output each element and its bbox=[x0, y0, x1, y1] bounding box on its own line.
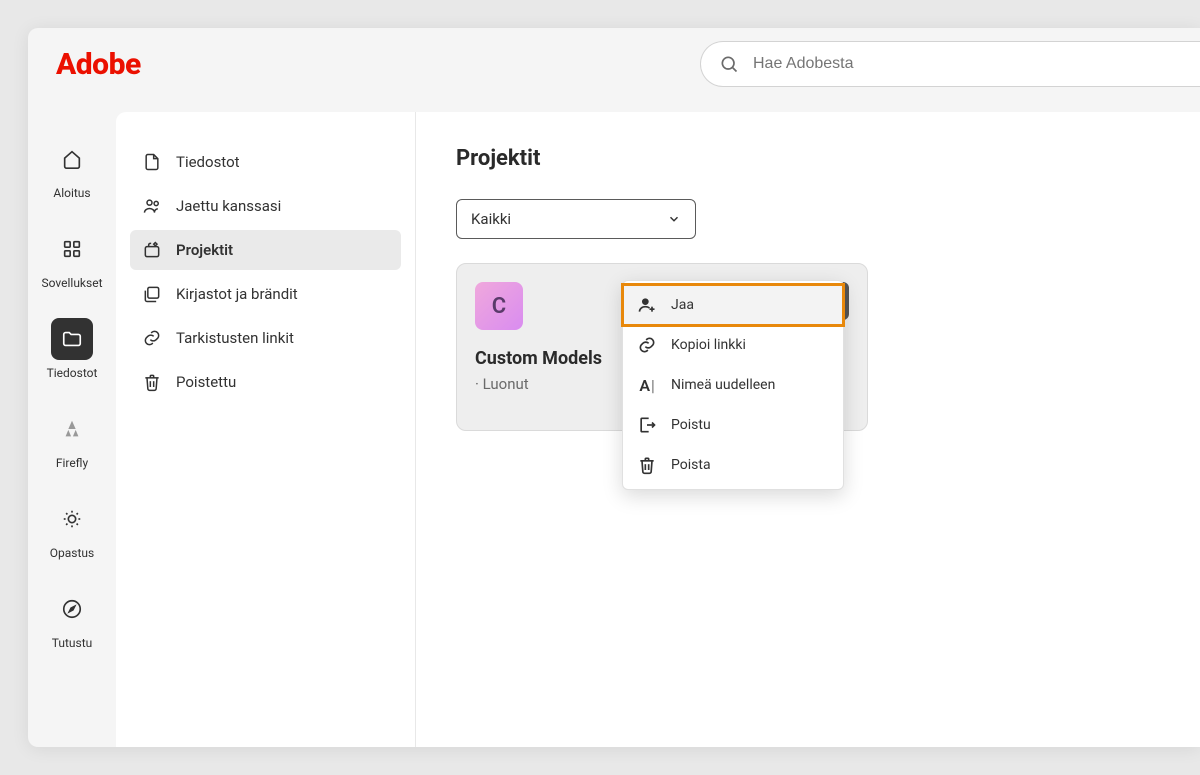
sub-nav: Tiedostot Jaettu kanssasi Projektit Kirj… bbox=[116, 112, 416, 747]
menu-label: Poista bbox=[671, 457, 711, 473]
subnav-item-files[interactable]: Tiedostot bbox=[130, 142, 401, 182]
menu-label: Kopioi linkki bbox=[671, 337, 746, 353]
search-field[interactable] bbox=[700, 41, 1200, 87]
link-icon bbox=[637, 335, 657, 355]
subnav-label: Tiedostot bbox=[176, 153, 240, 171]
rail-item-learn[interactable]: Opastus bbox=[50, 498, 94, 560]
menu-label: Poistu bbox=[671, 417, 711, 433]
left-rail: Aloitus Sovellukset Tiedostot Firefly Op… bbox=[28, 128, 116, 747]
menu-label: Nimeä uudelleen bbox=[671, 377, 775, 393]
folder-icon bbox=[51, 318, 93, 360]
trash-icon bbox=[142, 372, 162, 392]
library-icon bbox=[142, 284, 162, 304]
adobe-logo: Adobe bbox=[56, 47, 141, 82]
rail-item-label: Opastus bbox=[50, 546, 94, 560]
firefly-icon bbox=[51, 408, 93, 450]
subnav-item-libraries[interactable]: Kirjastot ja brändit bbox=[130, 274, 401, 314]
people-icon bbox=[142, 196, 162, 216]
filter-value: Kaikki bbox=[471, 210, 511, 228]
rail-item-label: Sovellukset bbox=[42, 276, 103, 290]
filter-dropdown[interactable]: Kaikki bbox=[456, 199, 696, 239]
apps-icon bbox=[51, 228, 93, 270]
menu-item-rename[interactable]: A| Nimeä uudelleen bbox=[623, 365, 843, 405]
rail-item-label: Tiedostot bbox=[47, 366, 98, 380]
leave-icon bbox=[637, 415, 657, 435]
share-person-icon bbox=[637, 295, 657, 315]
rail-item-apps[interactable]: Sovellukset bbox=[42, 228, 103, 290]
subnav-item-shared[interactable]: Jaettu kanssasi bbox=[130, 186, 401, 226]
rename-icon: A| bbox=[637, 375, 657, 395]
rail-item-firefly[interactable]: Firefly bbox=[51, 408, 93, 470]
rail-item-home[interactable]: Aloitus bbox=[51, 138, 93, 200]
subnav-item-projects[interactable]: Projektit bbox=[130, 230, 401, 270]
subnav-label: Kirjastot ja brändit bbox=[176, 285, 298, 303]
subnav-label: Tarkistusten linkit bbox=[176, 329, 294, 347]
search-icon bbox=[719, 54, 739, 74]
subnav-label: Projektit bbox=[176, 241, 233, 259]
project-thumbnail: C bbox=[475, 282, 523, 330]
trash-icon bbox=[637, 455, 657, 475]
page-title: Projektit bbox=[456, 146, 1160, 171]
link-icon bbox=[142, 328, 162, 348]
menu-item-copy-link[interactable]: Kopioi linkki bbox=[623, 325, 843, 365]
rail-item-discover[interactable]: Tutustu bbox=[51, 588, 93, 650]
subnav-label: Jaettu kanssasi bbox=[176, 197, 281, 215]
menu-item-share[interactable]: Jaa bbox=[623, 285, 843, 325]
rail-item-files[interactable]: Tiedostot bbox=[47, 318, 98, 380]
rail-item-label: Tutustu bbox=[52, 636, 93, 650]
context-menu: Jaa Kopioi linkki A| Nimeä uudelleen Poi… bbox=[622, 280, 844, 490]
rail-item-label: Aloitus bbox=[53, 186, 90, 200]
subnav-label: Poistettu bbox=[176, 373, 236, 391]
subnav-item-deleted[interactable]: Poistettu bbox=[130, 362, 401, 402]
file-icon bbox=[142, 152, 162, 172]
menu-label: Jaa bbox=[671, 297, 694, 313]
chevron-down-icon bbox=[667, 212, 681, 226]
home-icon bbox=[51, 138, 93, 180]
search-input[interactable] bbox=[753, 55, 1182, 73]
projects-icon bbox=[142, 240, 162, 260]
menu-item-delete[interactable]: Poista bbox=[623, 445, 843, 485]
menu-item-leave[interactable]: Poistu bbox=[623, 405, 843, 445]
subnav-item-review-links[interactable]: Tarkistusten linkit bbox=[130, 318, 401, 358]
rail-item-label: Firefly bbox=[56, 456, 88, 470]
compass-icon bbox=[51, 588, 93, 630]
lightbulb-icon bbox=[51, 498, 93, 540]
